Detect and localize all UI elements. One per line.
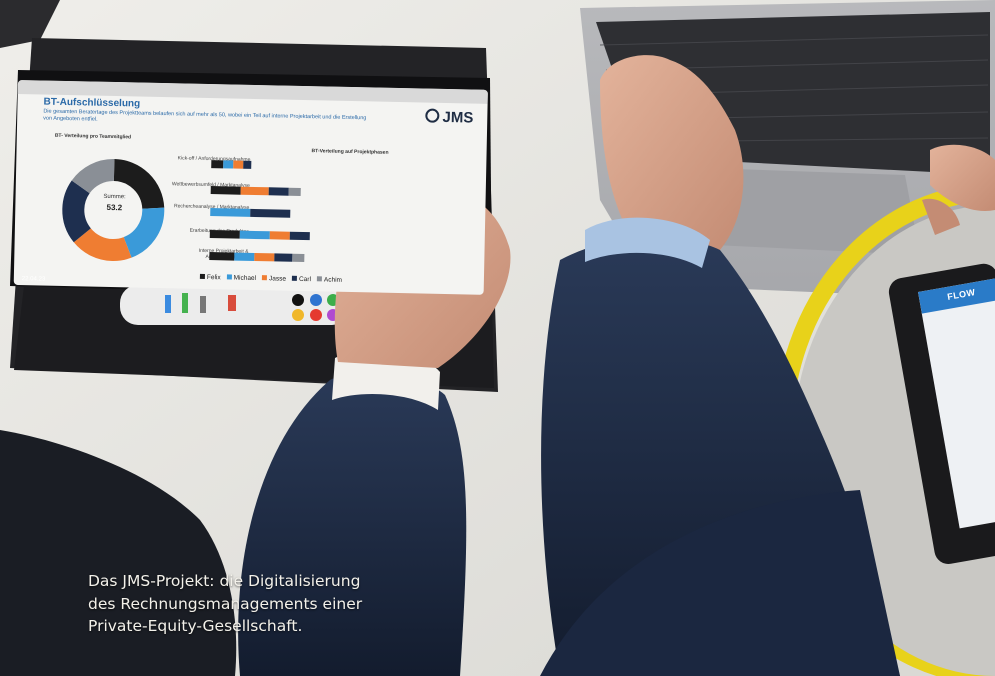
donut-center-label: Summe: [103,193,126,201]
bar-row-3 [210,208,291,218]
jms-logo: JMS [425,108,474,127]
legend-label-0: Felix [206,274,221,282]
logo-text: JMS [442,108,474,127]
photo-caption: Das JMS-Projekt: die Digitalisierung des… [88,570,428,638]
legend-swatch-0 [199,273,205,279]
donut-center-value: 53.2 [106,202,123,213]
bar-row-5 [209,252,305,263]
legend-swatch-3 [291,275,298,281]
right-panel-title: BT-Verteilung auf Projektphasen [311,148,389,156]
logo-icon [425,108,440,123]
left-panel-title: BT- Verteilung pro Teammitglied [54,132,132,141]
legend-label-1: Michael [233,274,257,283]
legend-swatch-2 [262,275,268,281]
legend-label-4: Achim [323,276,343,284]
bar-row-1 [211,160,252,169]
legend-label-3: Carl [298,275,312,284]
tablet-screen: BT-Aufschlüsselung Die gesamten Beratert… [13,80,488,295]
legend-swatch-4 [316,276,323,282]
slide-subtitle: Die gesamten Beratertage des Projektteam… [43,108,367,123]
caption-line-1: Das JMS-Projekt: die Digitalisierung [88,572,361,590]
caption-line-3: Private-Equity-Gesellschaft. [88,617,303,635]
screen-date: 22.04.23 [21,276,46,283]
slide-title: BT-Aufschlüsselung [43,96,141,110]
legend-label-2: Jasse [268,275,287,283]
chart-legend: Felix Michael Jasse Carl Achim [194,273,343,284]
bar-row-2 [210,186,301,196]
legend-swatch-1 [226,274,232,280]
bar-row-4 [209,230,310,241]
caption-line-2: des Rechnungsmanagements einer [88,594,363,613]
